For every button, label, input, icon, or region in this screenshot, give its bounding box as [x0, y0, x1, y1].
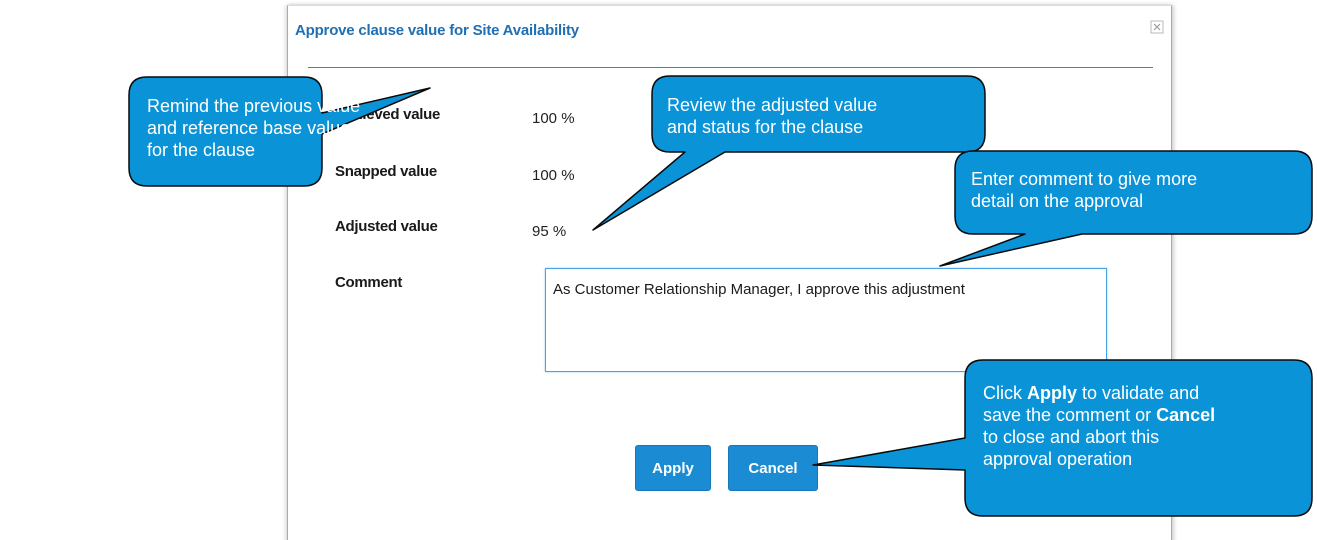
achieved-value-label: Achieved value: [335, 106, 441, 123]
dialog-title: Approve clause value for Site Availabili…: [295, 22, 579, 39]
cancel-button[interactable]: Cancel: [728, 445, 818, 491]
title-divider: [308, 67, 1153, 68]
close-icon[interactable]: [1150, 20, 1164, 34]
snapped-value: 100 %: [532, 167, 575, 184]
adjusted-value: 95 %: [532, 223, 567, 240]
comment-label: Comment: [335, 274, 403, 291]
apply-button[interactable]: Apply: [635, 445, 711, 491]
achieved-value: 100 %: [532, 110, 575, 127]
approval-dialog: Approve clause value for Site Availabili…: [287, 5, 1172, 540]
adjusted-value-label: Adjusted value: [335, 218, 438, 235]
snapped-value-label: Snapped value: [335, 163, 437, 180]
comment-textarea[interactable]: As Customer Relationship Manager, I appr…: [545, 268, 1107, 372]
